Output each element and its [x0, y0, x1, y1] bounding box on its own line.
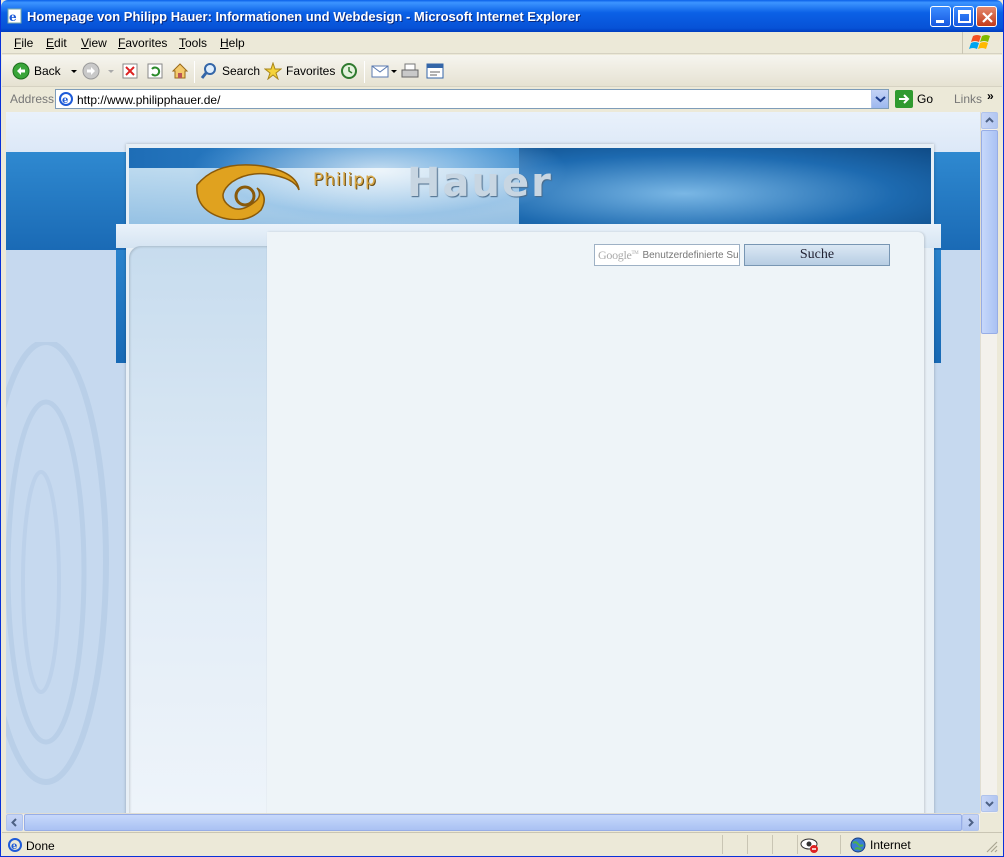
search-placeholder: Benutzerdefinierte Suche [642, 249, 739, 261]
vertical-scrollbar[interactable] [980, 112, 998, 813]
address-url: http://www.philipphauer.de/ [77, 93, 221, 107]
forward-button[interactable] [82, 60, 116, 82]
menu-tools[interactable]: Tools [179, 36, 207, 50]
page-done-icon: e [8, 838, 22, 852]
horizontal-scroll-thumb[interactable] [24, 814, 962, 831]
chevron-down-icon [391, 70, 397, 73]
forward-arrow-icon [82, 62, 100, 80]
vertical-scroll-thumb[interactable] [981, 130, 998, 334]
refresh-button[interactable] [147, 60, 163, 82]
toolbar-separator [364, 61, 365, 83]
svg-text:e: e [62, 95, 68, 106]
chevron-down-icon [875, 96, 886, 103]
zone-label: Internet [870, 838, 911, 852]
standard-toolbar: Back Search Favorites [2, 55, 1002, 87]
home-button[interactable] [171, 60, 189, 82]
maximize-icon [958, 10, 971, 23]
menu-favorites[interactable]: Favorites [118, 36, 167, 50]
chevron-down-icon [70, 70, 77, 73]
web-page-viewport: Philipp Hauer GoogleTM Benutzerdefiniert… [6, 112, 980, 813]
windows-logo-icon [962, 32, 1000, 54]
status-text: Done [26, 839, 55, 853]
google-search-input[interactable]: GoogleTM Benutzerdefinierte Suche [594, 244, 740, 266]
chevron-up-icon [985, 117, 994, 123]
edit-button[interactable] [426, 60, 444, 82]
address-dropdown-button[interactable] [871, 90, 888, 108]
site-header-banner[interactable]: Philipp Hauer [129, 148, 931, 224]
go-label: Go [917, 92, 934, 106]
search-submit-button[interactable]: Suche [744, 244, 890, 266]
links-more-chevron[interactable]: » [987, 89, 994, 103]
site-logo-icon [196, 164, 300, 220]
scroll-left-button[interactable] [6, 814, 23, 831]
title-bar[interactable]: e Homepage von Philipp Hauer: Informatio… [1, 0, 1003, 32]
history-button[interactable] [340, 60, 358, 82]
water-splash-image [519, 148, 931, 224]
back-arrow-icon [12, 62, 30, 80]
menu-help[interactable]: Help [220, 36, 245, 50]
svg-text:e: e [11, 841, 17, 852]
chevron-left-icon [11, 818, 17, 827]
magnifier-icon [200, 63, 216, 79]
home-icon [171, 63, 189, 79]
chevron-down-icon [108, 70, 114, 73]
favorites-label: Favorites [286, 64, 336, 78]
window-title: Homepage von Philipp Hauer: Informatione… [27, 9, 581, 24]
privacy-icon[interactable] [800, 836, 820, 854]
edit-page-icon [426, 63, 444, 79]
globe-icon [850, 837, 866, 853]
search-label: Search [222, 64, 261, 78]
go-arrow-icon [895, 90, 913, 108]
address-input[interactable]: e http://www.philipphauer.de/ [55, 89, 889, 109]
menu-file[interactable]: File [14, 36, 33, 50]
stop-icon [122, 63, 138, 79]
status-bar: e Done Internet [2, 832, 1002, 856]
address-label: Address [10, 92, 55, 106]
menu-view[interactable]: View [81, 36, 107, 50]
ie-page-icon: e [59, 92, 73, 106]
main-content-area [267, 232, 924, 813]
chevron-down-icon [985, 801, 994, 807]
back-button[interactable]: Back [12, 60, 79, 82]
browser-window: e Homepage von Philipp Hauer: Informatio… [0, 0, 1004, 857]
favorites-button[interactable]: Favorites [264, 60, 335, 82]
scrollbar-corner [980, 813, 997, 830]
security-zone[interactable]: Internet [850, 837, 911, 853]
menu-edit[interactable]: Edit [46, 36, 67, 50]
brand-last-name: Hauer [407, 160, 553, 206]
maximize-button[interactable] [953, 6, 974, 27]
print-button[interactable] [401, 60, 419, 82]
scroll-right-button[interactable] [962, 814, 979, 831]
refresh-icon [147, 63, 163, 79]
back-label: Back [34, 64, 61, 78]
address-bar: Address e http://www.philipphauer.de/ Go… [2, 88, 1002, 110]
go-button[interactable]: Go [895, 89, 933, 109]
stop-button[interactable] [122, 60, 138, 82]
toolbar-separator [194, 61, 195, 83]
menu-bar: File Edit View Favorites Tools Help [2, 32, 1002, 54]
printer-icon [401, 63, 419, 78]
horizontal-scrollbar[interactable] [6, 813, 980, 831]
minimize-button[interactable] [930, 6, 951, 27]
mail-icon [371, 65, 389, 78]
search-toolbar-button[interactable]: Search [200, 60, 260, 82]
chevron-right-icon [968, 818, 974, 827]
left-navigation-column [129, 246, 267, 813]
star-icon [264, 62, 282, 80]
close-button[interactable] [976, 6, 997, 27]
mail-button[interactable] [371, 60, 399, 82]
brand-first-name: Philipp [313, 170, 377, 190]
links-button[interactable]: Links [954, 92, 982, 106]
scroll-down-button[interactable] [981, 795, 998, 812]
decorative-swirl [6, 342, 109, 785]
ie-app-icon: e [7, 8, 22, 24]
svg-text:e: e [9, 10, 17, 24]
resize-grip-icon[interactable] [986, 841, 998, 853]
scroll-up-button[interactable] [981, 112, 998, 129]
close-icon [982, 12, 993, 23]
google-logo: GoogleTM [598, 247, 639, 262]
minimize-icon [936, 20, 944, 23]
history-icon [341, 63, 357, 79]
